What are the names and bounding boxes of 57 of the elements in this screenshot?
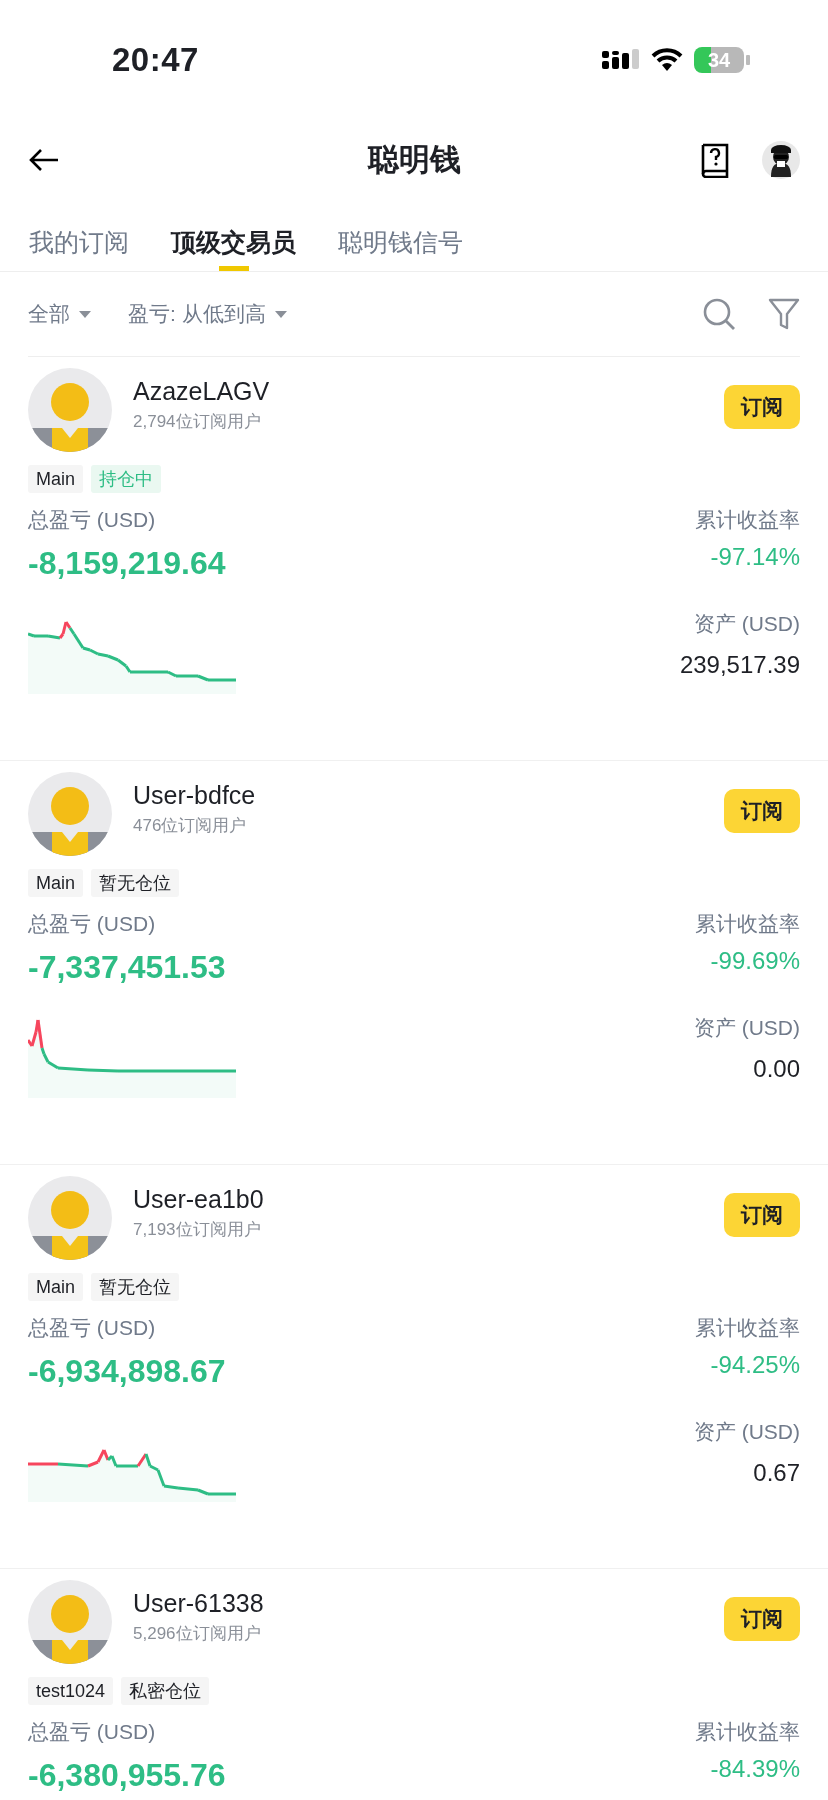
trader-name: User-61338 [133,1588,264,1618]
pnl-value: -6,380,955.76 [28,1757,227,1794]
tag: 暂无仓位 [91,1273,179,1301]
subscribe-button[interactable]: 订阅 [724,789,800,833]
tag: Main [28,1273,83,1301]
subscribe-button[interactable]: 订阅 [724,385,800,429]
assets-label: 资产 (USD) [693,1015,800,1041]
pnl-label: 总盈亏 (USD) [28,911,157,937]
filter-button[interactable] [768,297,800,331]
wifi-icon [650,47,684,73]
subscriber-count: 476位订阅用户 [133,815,248,837]
tab[interactable]: 聪明钱信号 [338,200,463,271]
roi-value: -84.39% [710,1755,800,1783]
subscribe-button[interactable]: 订阅 [724,1193,800,1237]
pnl-value: -7,337,451.53 [28,949,227,986]
profile-avatar-icon[interactable] [762,141,800,179]
caret-icon [78,309,92,319]
roi-label: 累计收益率 [695,507,800,533]
assets-value: 0.00 [753,1055,800,1083]
roi-label: 累计收益率 [695,1719,800,1745]
assets-value: 239,517.39 [679,651,800,679]
tag: 私密仓位 [121,1677,210,1705]
sort-dropdown[interactable]: 盈亏: 从低到高 [128,300,288,328]
pnl-label: 总盈亏 (USD) [28,1315,157,1341]
roi-value: -94.25% [710,1351,800,1379]
roi-label: 累计收益率 [695,1315,800,1341]
page-title: 聪明钱 [367,141,461,179]
status-time: 20:47 [112,41,199,79]
tag: 持仓中 [91,465,161,493]
subscriber-count: 2,794位订阅用户 [133,411,262,433]
trader-name: AzazeLAGV [133,376,270,406]
tag: Main [28,869,83,897]
subscriber-count: 5,296位订阅用户 [133,1623,262,1645]
subscriber-count: 7,193位订阅用户 [133,1219,262,1241]
pnl-label: 总盈亏 (USD) [28,1719,157,1745]
pnl-label: 总盈亏 (USD) [28,507,157,533]
assets-label: 资产 (USD) [693,1419,800,1445]
tag: Main [28,465,83,493]
search-button[interactable] [702,297,736,331]
tab[interactable]: 顶级交易员 [171,200,296,271]
assets-value: 0.67 [753,1459,800,1487]
tab[interactable]: 我的订阅 [29,200,129,271]
roi-value: -97.14% [710,543,800,571]
caret-icon [273,309,288,319]
pnl-value: -8,159,219.64 [28,545,227,582]
subscribe-button[interactable]: 订阅 [724,1597,800,1641]
sort-dropdown[interactable]: 全部 [28,300,92,328]
roi-value: -99.69% [710,947,800,975]
pnl-value: -6,934,898.67 [28,1353,227,1390]
back-button[interactable] [28,148,60,172]
help-book-icon[interactable] [700,142,730,178]
tag: 暂无仓位 [91,869,179,897]
roi-label: 累计收益率 [695,911,800,937]
assets-label: 资产 (USD) [693,611,800,637]
trader-name: User-bdfce [133,780,256,810]
trader-name: User-ea1b0 [133,1184,264,1214]
tag: test1024 [28,1677,114,1705]
